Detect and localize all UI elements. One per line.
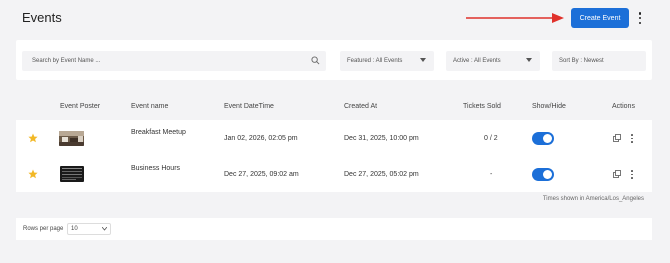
show-hide-toggle[interactable] [532,168,554,181]
active-filter-select[interactable]: Active : All Events [446,51,540,71]
pagination-bar: Rows per page 10 [16,218,652,240]
sort-value: Sort By : Newest [559,58,604,64]
search-icon [311,56,320,65]
event-datetime: Dec 27, 2025, 09:02 am [224,171,299,178]
active-filter-value: Active : All Events [453,58,501,64]
star-icon[interactable] [28,169,38,179]
search-input[interactable]: Search by Event Name ... [22,51,326,71]
rows-per-page-label: Rows per page [23,226,64,232]
column-header-name: Event name [131,103,169,110]
sort-select[interactable]: Sort By : Newest [552,51,646,71]
star-icon[interactable] [28,133,38,143]
event-poster-image[interactable] [60,166,84,182]
event-name[interactable]: Breakfast Meetup [131,129,186,136]
tickets-sold: - [490,171,493,178]
event-name[interactable]: Business Hours [131,165,180,172]
row-more-icon[interactable] [630,134,634,143]
column-header-actions: Actions [612,103,635,110]
featured-filter-value: Featured : All Events [347,58,403,64]
tickets-sold: 0 / 2 [484,135,498,142]
copy-icon[interactable] [613,134,621,142]
chevron-down-icon [420,58,426,62]
timezone-note: Times shown in America/Los_Angeles [542,196,644,202]
arrow-right-icon [466,13,564,23]
chevron-down-icon [526,58,532,62]
event-poster-image[interactable] [59,131,84,146]
column-header-poster: Event Poster [60,103,101,110]
featured-filter-select[interactable]: Featured : All Events [340,51,434,71]
table-row: Breakfast Meetup Jan 02, 2026, 02:05 pm … [16,120,652,156]
chevron-down-icon [102,227,107,231]
page-title: Events [22,10,62,25]
column-header-created: Created At [344,103,378,110]
rows-per-page-value: 10 [71,226,78,232]
show-hide-toggle[interactable] [532,132,554,145]
created-at: Dec 27, 2025, 05:02 pm [344,171,419,178]
column-header-show-hide: Show/Hide [532,103,566,110]
created-at: Dec 31, 2025, 10:00 pm [344,135,419,142]
create-event-button[interactable]: Create Event [571,8,629,28]
column-header-datetime: Event DateTime [224,103,274,110]
event-datetime: Jan 02, 2026, 02:05 pm [224,135,298,142]
more-vertical-icon[interactable] [636,11,644,25]
column-header-tickets: Tickets Sold [463,103,501,110]
table-row: Business Hours Dec 27, 2025, 09:02 am De… [16,156,652,192]
filter-bar: Search by Event Name ... Featured : All … [16,40,652,80]
rows-per-page-select[interactable]: 10 [67,223,111,235]
copy-icon[interactable] [613,170,621,178]
search-placeholder: Search by Event Name ... [32,58,101,64]
row-more-icon[interactable] [630,170,634,179]
